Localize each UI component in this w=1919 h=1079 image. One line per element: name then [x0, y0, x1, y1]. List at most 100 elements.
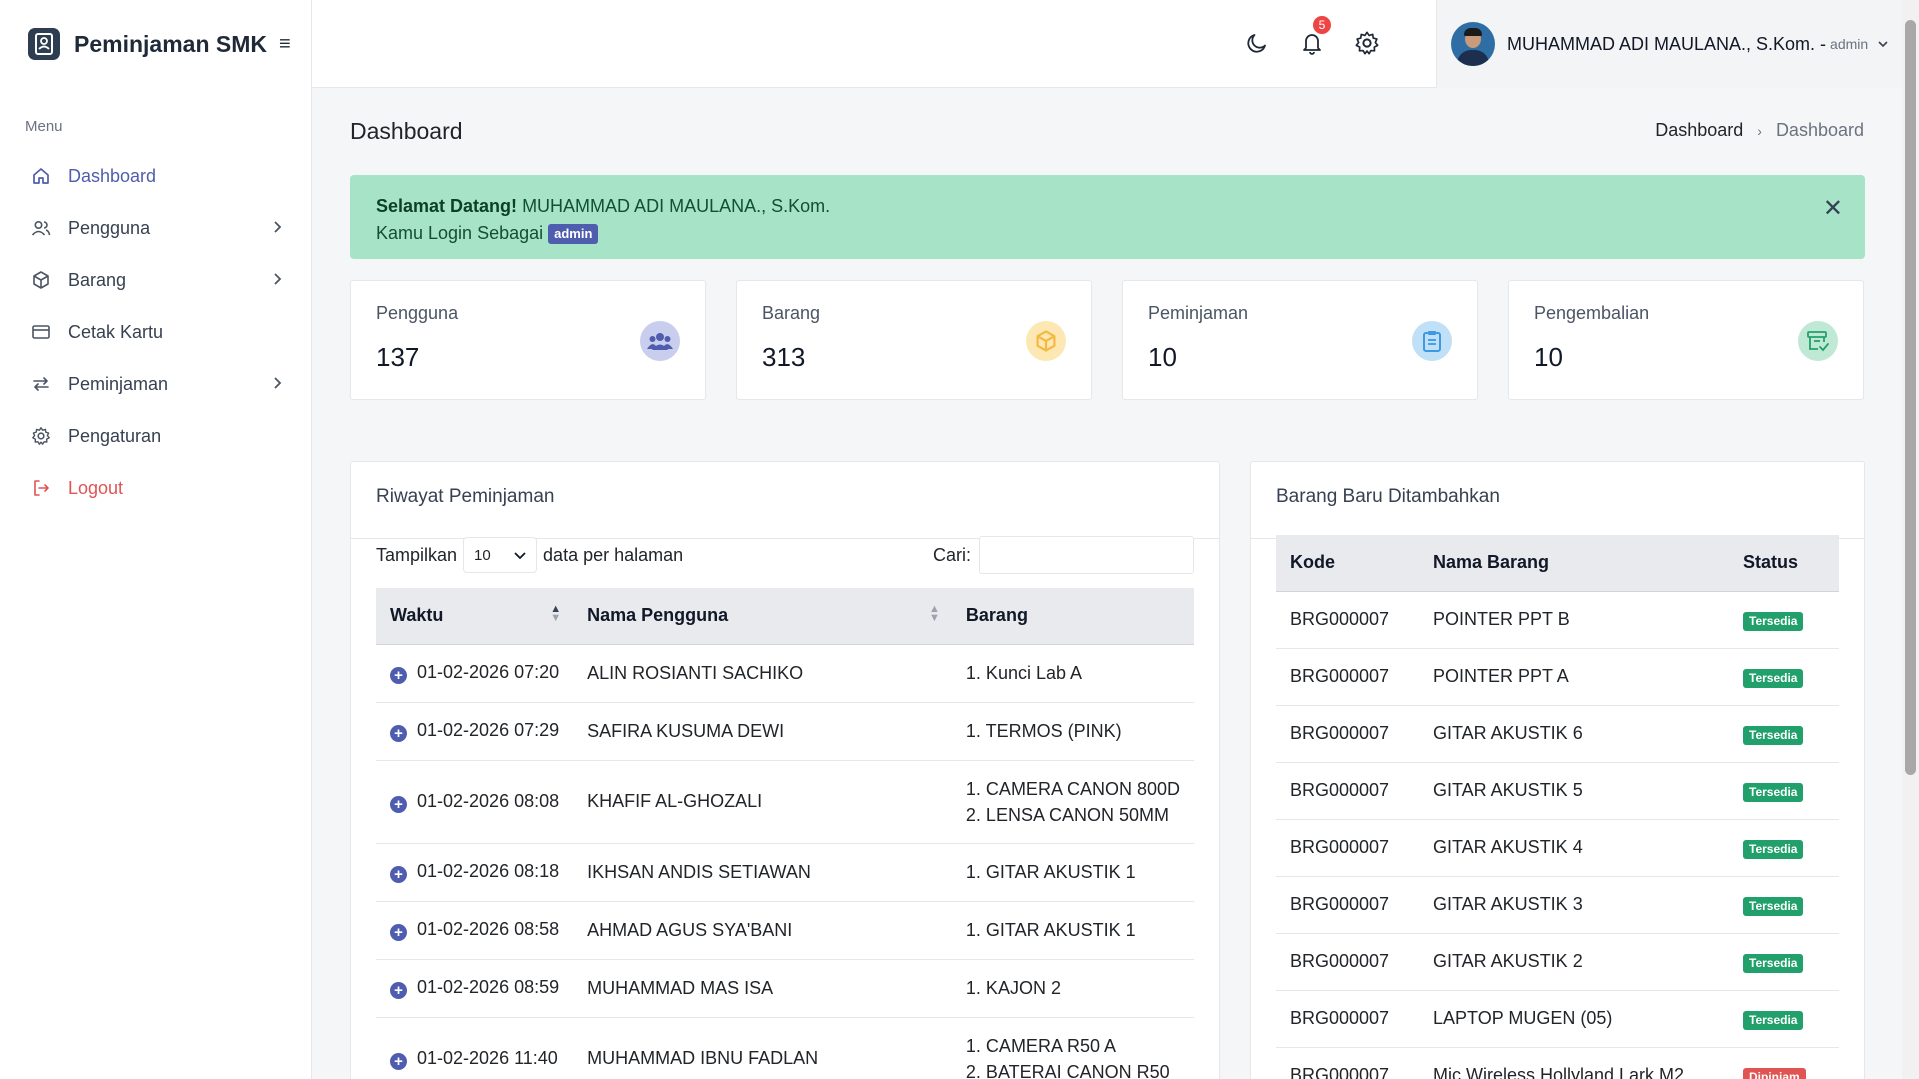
- dark-mode-moon-icon[interactable]: [1242, 28, 1272, 58]
- sidebar-item-peminjaman[interactable]: Peminjaman: [0, 358, 311, 410]
- sidebar-item-pengaturan[interactable]: Pengaturan: [0, 410, 311, 462]
- sidebar-item-label: Cetak Kartu: [68, 321, 164, 342]
- expand-plus-icon[interactable]: +: [390, 667, 407, 684]
- table-header-row: Waktu ▲ ▼ Nama Pengguna ▲ ▼ Barang: [376, 588, 1194, 645]
- stat-card-peminjaman: Peminjaman 10: [1122, 280, 1478, 400]
- chevron-right-icon: [273, 374, 283, 395]
- cell-items: 1. CAMERA CANON 800D 2. LENSA CANON 50MM: [951, 760, 1194, 844]
- hamburger-menu-icon[interactable]: ≡: [279, 33, 291, 56]
- expand-plus-icon[interactable]: +: [390, 795, 407, 813]
- sidebar-item-dashboard[interactable]: Dashboard: [0, 150, 311, 202]
- swap-icon: [30, 373, 52, 395]
- logout-icon: [30, 477, 52, 499]
- column-header-nama-pengguna[interactable]: Nama Pengguna ▲ ▼: [573, 588, 952, 645]
- cell-items: 1. CAMERA R50 A 2. BATERAI CANON R50: [951, 1017, 1194, 1079]
- cell-status: Tersedia: [1729, 819, 1839, 877]
- status-badge: Tersedia: [1743, 1010, 1804, 1030]
- expand-plus-icon[interactable]: +: [390, 1052, 407, 1070]
- cell-user: SAFIRA KUSUMA DEWI: [573, 702, 952, 761]
- breadcrumb-separator-icon: ›: [1757, 122, 1762, 139]
- expand-plus-icon[interactable]: +: [390, 982, 407, 999]
- alert-line-1: Selamat Datang! MUHAMMAD ADI MAULANA., S…: [376, 193, 1839, 220]
- time-text: 01-02-2026 08:18: [417, 861, 560, 881]
- barang-baru-panel: Barang Baru Ditambahkan Kode Nama Barang…: [1250, 461, 1865, 1079]
- table-row: BRG000007 GITAR AKUSTIK 3 Tersedia: [1276, 876, 1839, 934]
- gear-icon: [30, 425, 52, 447]
- panel-title: Barang Baru Ditambahkan: [1251, 462, 1864, 539]
- stat-card-pengembalian: Pengembalian 10: [1508, 280, 1864, 400]
- status-badge: Tersedia: [1743, 611, 1804, 631]
- cell-name: GITAR AKUSTIK 5: [1419, 762, 1729, 820]
- expand-plus-icon[interactable]: +: [390, 924, 407, 941]
- users-group-icon: [640, 321, 680, 361]
- breadcrumb-link[interactable]: Dashboard: [1655, 120, 1743, 141]
- sidebar-item-barang[interactable]: Barang: [0, 254, 311, 306]
- time-text: 01-02-2026 08:08: [417, 790, 560, 811]
- page-scrollbar[interactable]: [1902, 0, 1919, 1079]
- sidebar-item-cetak-kartu[interactable]: Cetak Kartu: [0, 306, 311, 358]
- clipboard-icon: [1412, 321, 1452, 361]
- alert-greeting: Selamat Datang!: [376, 196, 518, 216]
- chevron-down-icon: [1878, 37, 1888, 51]
- scrollbar-thumb[interactable]: [1905, 20, 1916, 775]
- stat-label: Pengguna: [376, 303, 459, 323]
- stat-label: Peminjaman: [1148, 303, 1249, 323]
- status-badge: Tersedia: [1743, 668, 1804, 688]
- cell-time: +01-02-2026 08:08: [376, 760, 574, 844]
- chevron-right-icon: [273, 270, 283, 291]
- time-text: 01-02-2026 08:59: [417, 977, 560, 997]
- expand-plus-icon[interactable]: +: [390, 866, 407, 883]
- cell-items: 1. GITAR AKUSTIK 1: [951, 843, 1194, 902]
- cell-user: KHAFIF AL-GHOZALI: [573, 760, 952, 844]
- barang-table-wrap: Kode Nama Barang Status BRG000007 POINTER…: [1276, 535, 1839, 1079]
- role-badge: admin: [548, 224, 599, 244]
- notification-bell-icon[interactable]: 5: [1297, 14, 1333, 58]
- sidebar-item-label: Logout: [68, 477, 124, 498]
- box-icon: [1026, 321, 1066, 361]
- search-input[interactable]: [979, 536, 1194, 574]
- stat-value: 10: [1148, 342, 1177, 372]
- cell-code: BRG000007: [1276, 762, 1419, 820]
- alert-line-2: Kamu Login Sebagai admin: [376, 220, 1839, 247]
- item-line: 1. Kunci Lab A: [965, 663, 1083, 683]
- sidebar-item-logout[interactable]: Logout: [0, 462, 311, 514]
- item-line: 2. BATERAI CANON R50: [965, 1061, 1170, 1079]
- cell-status: Tersedia: [1729, 990, 1839, 1048]
- sort-icon: ▲ ▼: [929, 603, 940, 624]
- table-row: BRG000007 POINTER PPT B Tersedia: [1276, 591, 1839, 649]
- user-menu[interactable]: MUHAMMAD ADI MAULANA., S.Kom. - admin: [1436, 0, 1902, 88]
- home-icon: [30, 165, 52, 187]
- status-badge: Tersedia: [1743, 782, 1804, 802]
- app-logo-icon[interactable]: [28, 28, 60, 60]
- search-wrap: Cari:: [933, 536, 1194, 574]
- item-line: 1. TERMOS (PINK): [965, 721, 1122, 741]
- stat-label: Barang: [762, 303, 821, 323]
- app-title: Peminjaman SMK: [74, 30, 267, 57]
- page-length-select[interactable]: 10: [463, 537, 538, 573]
- sidebar-item-label: Pengaturan: [68, 425, 162, 446]
- alert-user-name: MUHAMMAD ADI MAULANA., S.Kom.: [522, 196, 831, 216]
- column-header-barang[interactable]: Barang: [951, 588, 1194, 645]
- settings-gear-icon[interactable]: [1352, 28, 1382, 58]
- column-header-waktu[interactable]: Waktu ▲ ▼: [376, 588, 574, 645]
- stat-card-barang: Barang 313: [736, 280, 1092, 400]
- cell-name: LAPTOP MUGEN (05): [1419, 990, 1729, 1048]
- sidebar-item-pengguna[interactable]: Pengguna: [0, 202, 311, 254]
- cell-user: MUHAMMAD IBNU FADLAN: [573, 1017, 952, 1079]
- topbar: 5 MUHAMMAD ADI MAULANA., S.Kom. - admin: [312, 0, 1902, 88]
- sidebar-item-label: Peminjaman: [68, 373, 169, 394]
- cell-status: Dipinjam: [1729, 1047, 1839, 1079]
- status-badge: Tersedia: [1743, 839, 1804, 859]
- cell-items: 1. Kunci Lab A: [951, 644, 1194, 703]
- cell-name: GITAR AKUSTIK 4: [1419, 819, 1729, 877]
- close-icon[interactable]: ✕: [1823, 197, 1843, 221]
- column-label: Waktu: [390, 605, 444, 626]
- expand-plus-icon[interactable]: +: [390, 725, 407, 742]
- cell-name: GITAR AKUSTIK 3: [1419, 876, 1729, 934]
- sidebar-item-label: Barang: [68, 269, 127, 290]
- table-row: +01-02-2026 08:58 AHMAD AGUS SYA'BANI 1.…: [376, 901, 1194, 960]
- stat-card-pengguna: Pengguna 137: [350, 280, 706, 400]
- table-row: +01-02-2026 11:40 MUHAMMAD IBNU FADLAN 1…: [376, 1017, 1194, 1079]
- table-row: BRG000007 POINTER PPT A Tersedia: [1276, 648, 1839, 706]
- sort-asc-icon: ▲ ▼: [550, 603, 562, 624]
